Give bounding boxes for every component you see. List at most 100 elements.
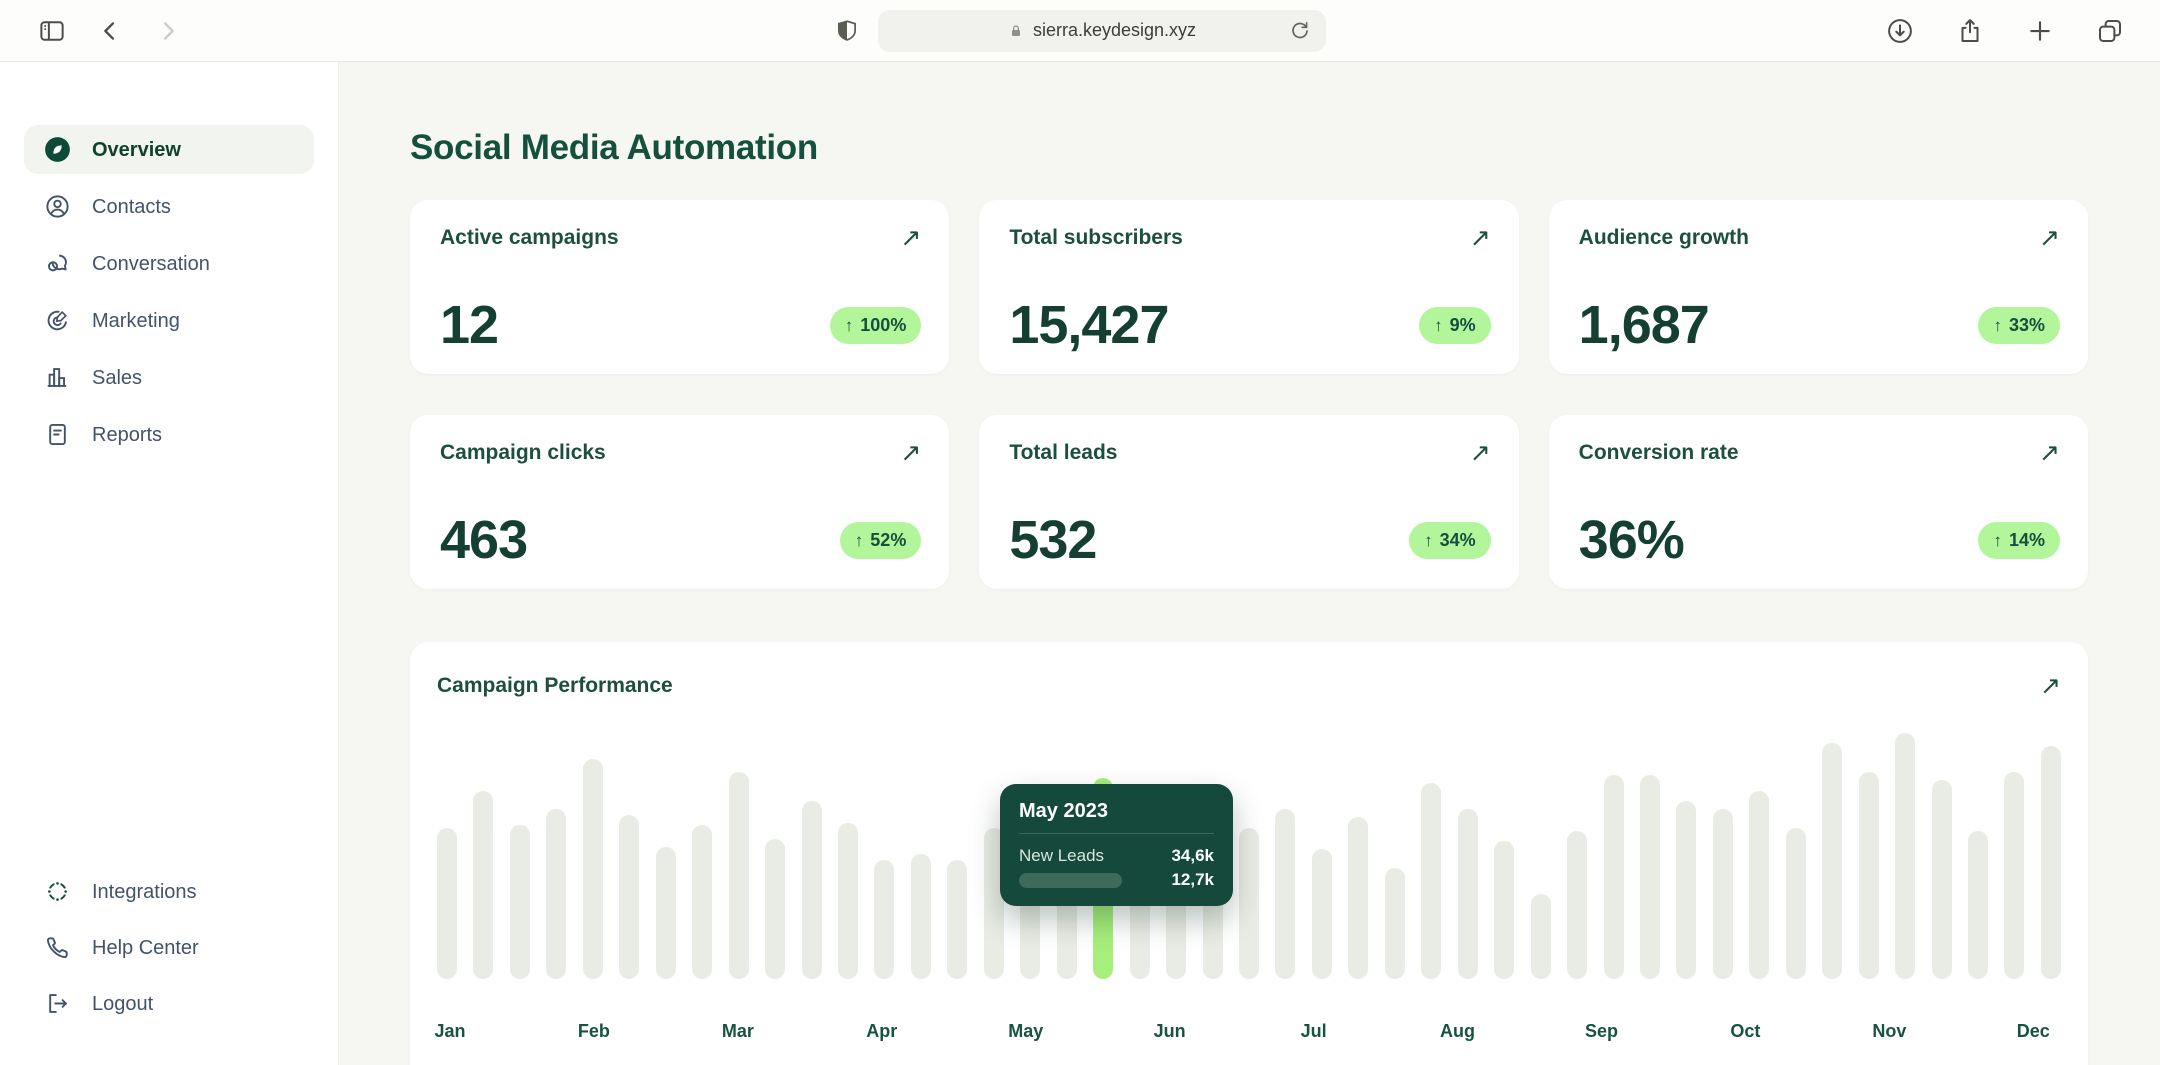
chart-bar[interactable] (437, 828, 457, 979)
chart-bar[interactable] (874, 860, 894, 979)
campaign-performance-card: Campaign Performance ↗ JanFebMarAprMayJu… (410, 642, 2088, 1065)
sidebar-footer: Integrations Help Center Logout (24, 867, 314, 1035)
sidebar-item-conversation[interactable]: Conversation (24, 239, 314, 288)
x-axis-label: Jul (1301, 1021, 1327, 1042)
card-value: 12 (440, 301, 498, 350)
card-title: Conversion rate (1579, 441, 1739, 465)
chat-bubbles-icon (44, 250, 71, 277)
chart-bar[interactable] (729, 772, 749, 979)
trend-arrow-icon[interactable]: ↗ (2039, 441, 2060, 466)
chart-bar[interactable] (1822, 743, 1842, 979)
change-value: 33% (2009, 315, 2045, 336)
chart-bar[interactable] (1385, 868, 1405, 979)
chart-bar[interactable] (765, 839, 785, 979)
privacy-shield-icon[interactable] (834, 18, 860, 44)
sidebar-toggle-icon[interactable] (30, 9, 74, 53)
sidebar-item-overview[interactable]: Overview (24, 125, 314, 174)
chart-bar[interactable] (619, 815, 639, 979)
chart-bar[interactable] (1895, 733, 1915, 979)
stat-card-active-campaigns: Active campaigns ↗ 12 ↑100% (410, 200, 949, 374)
sidebar-item-label: Overview (92, 140, 181, 160)
sidebar-item-label: Conversation (92, 254, 210, 274)
tooltip-secondary-value: 12,7k (1171, 870, 1214, 890)
back-icon[interactable] (88, 9, 132, 53)
chart-bar[interactable] (911, 854, 931, 979)
change-value: 9% (1450, 315, 1476, 336)
trend-arrow-icon[interactable]: ↗ (900, 226, 921, 251)
chart-bar[interactable] (1494, 841, 1514, 979)
sidebar-item-contacts[interactable]: Contacts (24, 182, 314, 231)
chart-bar[interactable] (1713, 809, 1733, 979)
chart-bar[interactable] (1567, 831, 1587, 979)
chart-bar[interactable] (1531, 894, 1551, 979)
chart-bar[interactable] (1275, 809, 1295, 979)
chart-bar[interactable] (802, 801, 822, 979)
chart-bar[interactable] (1239, 828, 1259, 979)
change-badge: ↑100% (830, 307, 922, 344)
chart-bar[interactable] (1348, 817, 1368, 979)
x-axis-label: Aug (1440, 1021, 1475, 1042)
card-value: 463 (440, 516, 527, 565)
chart-bar[interactable] (2041, 746, 2061, 979)
sidebar-item-marketing[interactable]: Marketing (24, 296, 314, 345)
reload-icon[interactable] (1288, 19, 1312, 43)
x-axis-label: Sep (1585, 1021, 1618, 1042)
chart-bar[interactable] (546, 809, 566, 979)
chart-title: Campaign Performance (437, 674, 673, 698)
address-bar[interactable]: sierra.keydesign.xyz (878, 10, 1326, 52)
trend-arrow-icon[interactable]: ↗ (2040, 674, 2061, 699)
trend-arrow-icon[interactable]: ↗ (1470, 226, 1491, 251)
change-badge: ↑14% (1978, 522, 2060, 559)
trend-arrow-icon[interactable]: ↗ (2039, 226, 2060, 251)
lock-icon (1008, 22, 1024, 40)
downloads-icon[interactable] (1878, 9, 1922, 53)
arrow-up-icon: ↑ (1434, 316, 1443, 336)
change-badge: ↑ 33% (1978, 307, 2060, 344)
stat-card-campaign-clicks: Campaign clicks ↗ 463 ↑52% (410, 415, 949, 589)
chart-bar[interactable] (1458, 809, 1478, 979)
sidebar-item-help-center[interactable]: Help Center (24, 923, 314, 972)
forward-icon[interactable] (146, 9, 190, 53)
card-title: Active campaigns (440, 226, 619, 250)
trend-arrow-icon[interactable]: ↗ (900, 441, 921, 466)
arrow-up-icon: ↑ (1993, 316, 2002, 336)
chart-bar[interactable] (838, 823, 858, 979)
x-axis-labels: JanFebMarAprMayJunJulAugSepOctNovDec (437, 1021, 2061, 1047)
card-value: 1,687 (1579, 301, 1709, 350)
x-axis-label: May (1008, 1021, 1043, 1042)
x-axis-label: Dec (2017, 1021, 2050, 1042)
chart-bar[interactable] (1749, 791, 1769, 979)
chart-bar[interactable] (1968, 831, 1988, 979)
chart-bar[interactable] (1676, 801, 1696, 979)
chart-bar[interactable] (510, 825, 530, 979)
share-icon[interactable] (1948, 9, 1992, 53)
chart-bar[interactable] (1859, 772, 1879, 979)
chart-bar[interactable] (583, 759, 603, 979)
bars-area (437, 714, 2061, 979)
sidebar-item-logout[interactable]: Logout (24, 979, 314, 1028)
chart-bar[interactable] (1421, 783, 1441, 979)
target-pen-icon (44, 307, 71, 334)
sidebar-item-label: Reports (92, 425, 162, 445)
tab-overview-icon[interactable] (2088, 9, 2132, 53)
chart-bar[interactable] (947, 860, 967, 979)
new-tab-icon[interactable] (2018, 9, 2062, 53)
chart-bar[interactable] (692, 825, 712, 979)
chart-bar[interactable] (2004, 772, 2024, 979)
trend-arrow-icon[interactable]: ↗ (1470, 441, 1491, 466)
chart-bar[interactable] (1604, 775, 1624, 979)
sidebar-item-reports[interactable]: Reports (24, 410, 314, 459)
chart-bar[interactable] (473, 791, 493, 979)
chart-bar[interactable] (1786, 828, 1806, 979)
sidebar-item-sales[interactable]: Sales (24, 353, 314, 402)
chart-tooltip: May 2023 New Leads 34,6k 12,7k (1000, 784, 1233, 906)
chart-bar[interactable] (1312, 849, 1332, 979)
chart-bar[interactable] (1932, 780, 1952, 979)
stat-card-total-subscribers: Total subscribers ↗ 15,427 ↑9% (979, 200, 1518, 374)
x-axis-label: Oct (1730, 1021, 1760, 1042)
arrow-up-icon: ↑ (1424, 531, 1433, 551)
chart-bar[interactable] (656, 847, 676, 980)
x-axis-label: Jan (434, 1021, 465, 1042)
chart-bar[interactable] (1640, 775, 1660, 979)
sidebar-item-integrations[interactable]: Integrations (24, 867, 314, 916)
